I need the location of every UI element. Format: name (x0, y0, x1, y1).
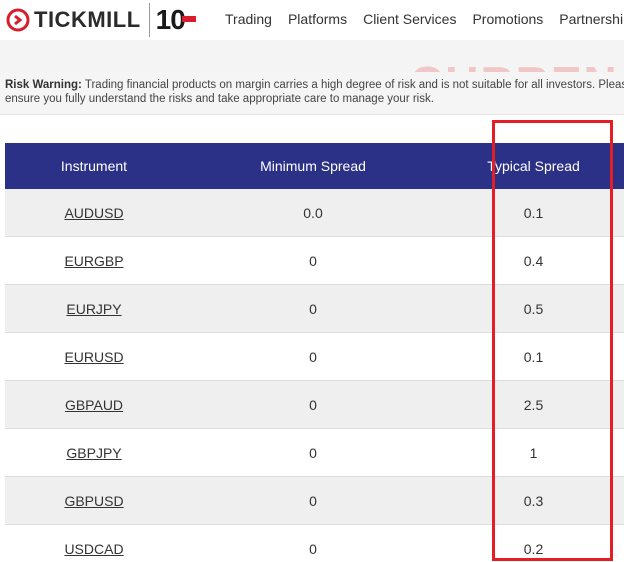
instrument-cell: USDCAD (5, 541, 183, 557)
minimum-spread-cell: 0 (309, 444, 317, 461)
page: TICKMILL 10 Trading Platforms Client Ser… (0, 0, 624, 562)
instrument-cell: EURUSD (5, 349, 183, 365)
logo-wordmark: TICKMILL (34, 7, 141, 32)
typical-spread-cell: 0.1 (523, 204, 544, 221)
instrument-link[interactable]: EURGBP (64, 253, 123, 269)
typical-spread-cell: 0.1 (523, 348, 544, 365)
anniversary-ribbon (181, 16, 196, 22)
table-row: GBPAUD 0 2.5 (5, 381, 624, 429)
instrument-link[interactable]: EURUSD (64, 349, 123, 365)
typical-spread-cell: 0.5 (523, 300, 544, 317)
table-row: USDCAD 0 0.2 (5, 525, 624, 562)
typical-spread-cell: 0.4 (523, 252, 544, 269)
nav-item-partnerships[interactable]: Partnerships (559, 11, 624, 27)
minimum-spread-cell: 0.0 (303, 204, 323, 221)
instrument-cell: GBPUSD (5, 493, 183, 509)
table-row: AUDUSD 0.0 0.1 (5, 189, 624, 237)
anniversary-number: 10 (155, 4, 186, 35)
typical-spread-cell: 0.3 (523, 492, 544, 509)
instrument-link[interactable]: AUDUSD (64, 205, 123, 221)
nav-item-client-services[interactable]: Client Services (363, 11, 456, 27)
header-minimum-spread: Minimum Spread (260, 158, 366, 174)
nav-item-trading[interactable]: Trading (225, 11, 272, 27)
spreads-table: Instrument Minimum Spread Typical Spread… (5, 143, 624, 562)
banner-heading: CURRENC (410, 56, 624, 72)
table-header: Instrument Minimum Spread Typical Spread (5, 143, 624, 189)
tickmill-logo-icon (6, 8, 30, 32)
site-header: TICKMILL 10 Trading Platforms Client Ser… (0, 0, 624, 40)
instrument-cell: AUDUSD (5, 205, 183, 221)
typical-spread-cell: 1 (529, 444, 538, 461)
minimum-spread-cell: 0 (309, 252, 317, 269)
nav-item-promotions[interactable]: Promotions (472, 11, 543, 27)
minimum-spread-cell: 0 (309, 540, 317, 557)
typical-spread-cell: 0.2 (523, 540, 544, 557)
minimum-spread-cell: 0 (309, 492, 317, 509)
instrument-cell: GBPJPY (5, 445, 183, 461)
table-row: EURUSD 0 0.1 (5, 333, 624, 381)
minimum-spread-cell: 0 (309, 300, 317, 317)
instrument-cell: EURJPY (5, 301, 183, 317)
instrument-link[interactable]: EURJPY (66, 301, 121, 317)
minimum-spread-cell: 0 (309, 348, 317, 365)
instrument-cell: EURGBP (5, 253, 183, 269)
instrument-link[interactable]: GBPUSD (64, 493, 123, 509)
table-row: GBPUSD 0 0.3 (5, 477, 624, 525)
instrument-cell: GBPAUD (5, 397, 183, 413)
minimum-spread-cell: 0 (309, 396, 317, 413)
header-typical-spread: Typical Spread (487, 158, 580, 174)
risk-warning-label: Risk Warning: (5, 79, 82, 91)
table-row: GBPJPY 0 1 (5, 429, 624, 477)
anniversary-badge: 10 (155, 4, 196, 36)
hero-banner: CURRENC (0, 40, 624, 72)
logo-divider (148, 3, 150, 37)
instrument-link[interactable]: GBPJPY (66, 445, 121, 461)
risk-warning-bar: Risk Warning: Trading financial products… (0, 72, 624, 115)
risk-warning-body: Trading financial products on margin car… (5, 79, 624, 105)
instrument-link[interactable]: GBPAUD (65, 397, 123, 413)
nav-item-platforms[interactable]: Platforms (288, 11, 347, 27)
table-row: EURGBP 0 0.4 (5, 237, 624, 285)
header-instrument: Instrument (60, 158, 128, 174)
table-row: EURJPY 0 0.5 (5, 285, 624, 333)
instrument-link[interactable]: USDCAD (64, 541, 123, 557)
risk-warning-text: Risk Warning: Trading financial products… (5, 78, 624, 106)
main-nav: Trading Platforms Client Services Promot… (225, 11, 624, 27)
tickmill-logo[interactable]: TICKMILL 10 (6, 3, 196, 37)
typical-spread-cell: 2.5 (523, 396, 544, 413)
